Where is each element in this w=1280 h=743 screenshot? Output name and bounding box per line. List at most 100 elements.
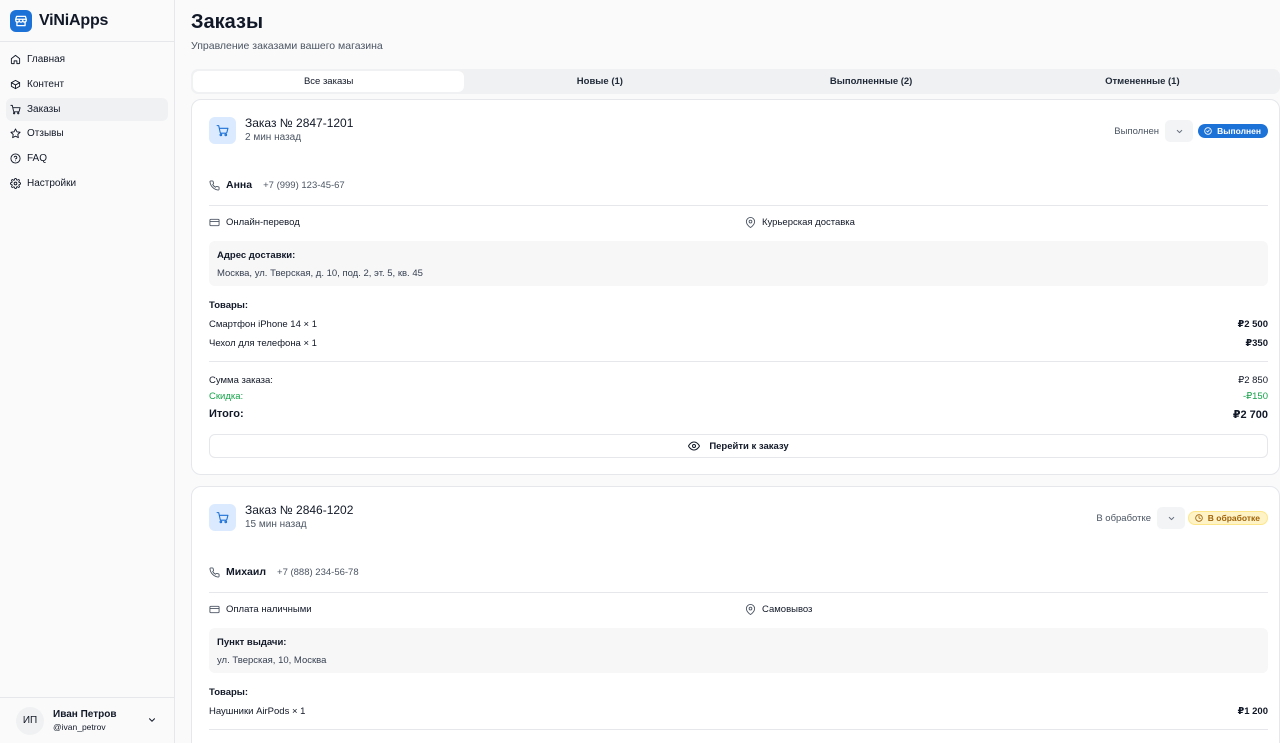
- order-subtotal: Сумма заказа: ₽2 850: [209, 375, 1268, 386]
- tab-completed[interactable]: Выполненные (2): [736, 71, 1007, 92]
- sidebar-item-label: FAQ: [27, 153, 48, 165]
- cart-icon: [209, 504, 236, 531]
- credit-card-icon: [209, 605, 220, 614]
- item-price: ₽1 200: [1237, 706, 1268, 717]
- page-subtitle: Управление заказами вашего магазина: [191, 40, 383, 52]
- divider: [209, 361, 1268, 362]
- discount-value: -₽150: [1242, 391, 1268, 402]
- main-content: Заказы Управление заказами вашего магази…: [191, 0, 1280, 743]
- total-label: Итого:: [209, 408, 244, 420]
- delivery-address: Адрес доставки: Москва, ул. Тверская, д.…: [209, 241, 1268, 286]
- store-logo-icon: [10, 9, 32, 32]
- customer-phone: +7 (999) 123-45-67: [263, 179, 345, 191]
- home-icon: [10, 54, 21, 65]
- subtotal-label: Сумма заказа:: [209, 375, 273, 386]
- sidebar-item-label: Заказы: [27, 103, 61, 115]
- phone-icon: [209, 566, 220, 577]
- divider: [209, 592, 1268, 593]
- order-tabs: Все заказы Новые (1) Выполненные (2) Отм…: [191, 69, 1280, 94]
- status-select[interactable]: В обработке: [1096, 507, 1185, 529]
- status-badge-label: Выполнен: [1217, 126, 1261, 136]
- order-number: Заказ № 2847-1201: [245, 116, 354, 130]
- sidebar-item-faq[interactable]: FAQ: [6, 147, 168, 170]
- eye-icon: [688, 441, 701, 451]
- sidebar-item-content[interactable]: Контент: [6, 73, 168, 96]
- payment-label: Онлайн-перевод: [226, 217, 300, 228]
- sidebar-item-settings[interactable]: Настройки: [6, 172, 168, 195]
- sidebar-item-label: Главная: [27, 54, 66, 65]
- order-total: Итого: ₽2 700: [209, 408, 1268, 421]
- box-icon: [10, 79, 21, 89]
- address-value: Москва, ул. Тверская, д. 10, под. 2, эт.…: [217, 268, 423, 279]
- map-pin-icon: [745, 604, 756, 615]
- sidebar-item-home[interactable]: Главная: [6, 48, 168, 71]
- item-name: Смартфон iPhone 14 × 1: [209, 319, 317, 330]
- delivery-method: Курьерская доставка: [745, 217, 855, 228]
- avatar: ИП: [16, 706, 44, 735]
- phone-icon: [209, 179, 220, 190]
- clock-icon: [1195, 514, 1203, 522]
- divider: [209, 205, 1268, 206]
- sidebar-item-orders[interactable]: Заказы: [6, 97, 168, 121]
- credit-card-icon: [209, 218, 220, 227]
- sidebar: ViNiApps Главная Контент Заказы Отзывы F…: [0, 0, 175, 743]
- user-name: Иван Петров: [53, 709, 117, 720]
- divider: [209, 729, 1268, 730]
- total-value: ₽2 700: [1232, 409, 1268, 421]
- gear-icon: [10, 177, 21, 189]
- payment-method: Онлайн-перевод: [209, 217, 300, 228]
- sidebar-item-reviews[interactable]: Отзывы: [6, 122, 168, 145]
- status-badge-label: В обработке: [1207, 513, 1260, 523]
- item-name: Наушники AirPods × 1: [209, 706, 306, 717]
- chevron-down-icon[interactable]: [1165, 120, 1193, 142]
- user-menu[interactable]: ИП Иван Петров @ivan_petrov: [0, 697, 175, 743]
- order-card: Заказ № 2846-1202 15 мин назад В обработ…: [191, 486, 1280, 743]
- sidebar-item-label: Настройки: [27, 177, 77, 189]
- page-title: Заказы: [191, 11, 264, 33]
- customer-contact: Михаил +7 (888) 234-56-78: [209, 566, 359, 578]
- chevron-down-icon[interactable]: [1157, 507, 1185, 529]
- goods-label: Товары:: [209, 300, 249, 311]
- discount-label: Скидка:: [209, 391, 244, 402]
- list-item: Наушники AirPods × 1 ₽1 200: [209, 706, 1268, 717]
- cart-icon: [10, 104, 21, 114]
- pickup-point: Пункт выдачи: ул. Тверская, 10, Москва: [209, 628, 1268, 673]
- address-value: ул. Тверская, 10, Москва: [217, 655, 327, 666]
- brand-name: ViNiApps: [39, 11, 109, 29]
- item-price: ₽350: [1245, 338, 1268, 349]
- tab-cancelled[interactable]: Отмененные (1): [1007, 71, 1278, 92]
- list-item: Смартфон iPhone 14 × 1 ₽2 500: [209, 319, 1268, 330]
- status-select[interactable]: Выполнен: [1114, 120, 1193, 142]
- cart-icon: [209, 117, 236, 144]
- status-select-value: В обработке: [1096, 512, 1151, 524]
- payment-method: Оплата наличными: [209, 604, 312, 615]
- brand[interactable]: ViNiApps: [0, 0, 174, 42]
- sidebar-item-label: Отзывы: [27, 128, 64, 140]
- order-discount: Скидка: -₽150: [209, 391, 1268, 402]
- status-badge: Выполнен: [1198, 124, 1268, 138]
- item-price: ₽2 500: [1237, 319, 1268, 330]
- goods-label: Товары:: [209, 687, 249, 698]
- customer-name: Михаил: [226, 566, 267, 578]
- status-badge: В обработке: [1187, 511, 1268, 525]
- delivery-label: Курьерская доставка: [762, 217, 855, 228]
- check-circle-icon: [1204, 127, 1212, 135]
- list-item: Чехол для телефона × 1 ₽350: [209, 338, 1268, 349]
- order-number: Заказ № 2846-1202: [245, 503, 354, 517]
- item-name: Чехол для телефона × 1: [209, 338, 317, 349]
- chevron-down-icon[interactable]: [147, 715, 157, 725]
- customer-name: Анна: [226, 179, 253, 191]
- tab-new[interactable]: Новые (1): [464, 71, 735, 92]
- delivery-label: Самовывоз: [762, 604, 813, 615]
- user-handle: @ivan_petrov: [53, 722, 106, 732]
- map-pin-icon: [745, 217, 756, 228]
- order-card: Заказ № 2847-1201 2 мин назад Выполнен В…: [191, 99, 1280, 475]
- order-time: 2 мин назад: [245, 132, 302, 143]
- tab-all-orders[interactable]: Все заказы: [193, 71, 465, 92]
- customer-phone: +7 (888) 234-56-78: [277, 566, 359, 578]
- payment-label: Оплата наличными: [226, 604, 312, 615]
- go-to-order-button[interactable]: Перейти к заказу: [209, 434, 1268, 458]
- subtotal-value: ₽2 850: [1238, 375, 1268, 386]
- address-label: Пункт выдачи:: [217, 637, 287, 648]
- customer-contact: Анна +7 (999) 123-45-67: [209, 179, 345, 191]
